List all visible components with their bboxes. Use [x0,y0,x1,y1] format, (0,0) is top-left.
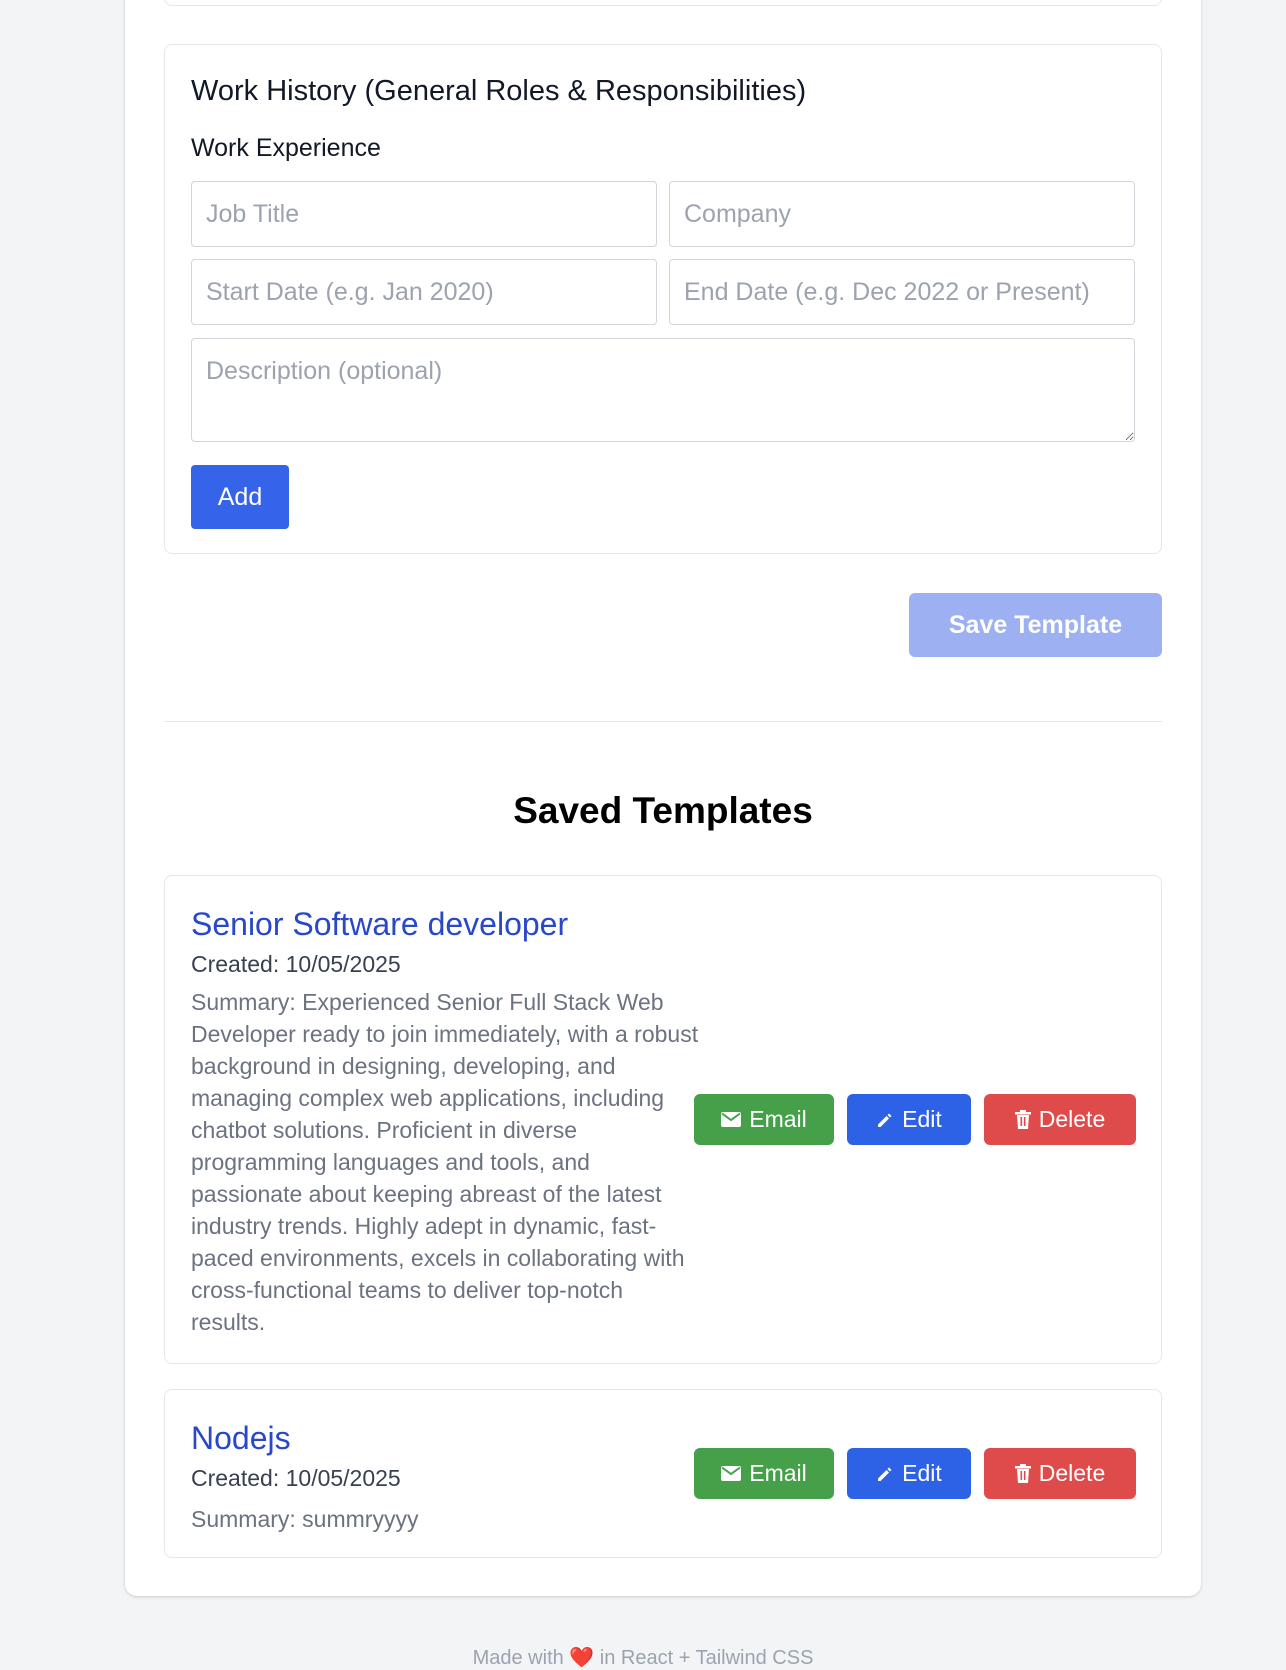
section-divider [164,721,1162,722]
delete-button-label: Delete [1038,1106,1106,1132]
edit-button-label: Edit [902,1106,942,1132]
delete-button-label: Delete [1038,1460,1106,1486]
template-actions: Email Edit Delete [694,1448,1136,1499]
email-button-label: Email [749,1460,807,1486]
template-card: Senior Software developer Created: 10/05… [164,875,1162,1364]
edit-button[interactable]: Edit [847,1448,971,1499]
template-title: Senior Software developer [191,906,569,942]
template-created-date: Created: 10/05/2025 [191,951,401,977]
email-button-label: Email [749,1106,807,1132]
pencil-icon [876,1111,894,1129]
saved-templates-heading: Saved Templates [513,790,813,831]
delete-button[interactable]: Delete [984,1448,1136,1499]
work-history-title: Work History (General Roles & Responsibi… [191,75,807,107]
edit-button-label: Edit [902,1460,942,1486]
template-summary: Summary: summryyyy [191,1506,419,1532]
envelope-icon [721,1466,742,1481]
envelope-icon [721,1112,742,1127]
template-summary: Summary: Experienced Senior Full Stack W… [191,989,699,1335]
edit-button[interactable]: Edit [847,1094,971,1145]
trash-icon [1014,1464,1031,1483]
save-template-button[interactable]: Save Template [909,593,1162,657]
work-history-section: Work History (General Roles & Responsibi… [164,44,1162,554]
heart-icon: ❤️ [569,1647,595,1669]
template-created-date: Created: 10/05/2025 [191,1465,401,1491]
previous-section-card [164,0,1162,6]
end-date-input[interactable] [669,259,1135,325]
email-button[interactable]: Email [694,1094,834,1145]
template-card: Nodejs Created: 10/05/2025 Summary: summ… [164,1389,1162,1558]
work-experience-label: Work Experience [191,134,381,162]
add-work-experience-button[interactable]: Add [191,465,289,529]
footer-suffix: in React + Tailwind CSS [599,1647,814,1669]
footer-prefix: Made with [472,1647,564,1669]
template-title: Nodejs [191,1420,291,1456]
trash-icon [1014,1110,1031,1129]
start-date-input[interactable] [191,259,657,325]
pencil-icon [876,1465,894,1483]
delete-button[interactable]: Delete [984,1094,1136,1145]
template-actions: Email Edit Delete [694,1094,1136,1145]
company-input[interactable] [669,181,1135,247]
description-textarea[interactable] [191,338,1135,442]
email-button[interactable]: Email [694,1448,834,1499]
job-title-input[interactable] [191,181,657,247]
